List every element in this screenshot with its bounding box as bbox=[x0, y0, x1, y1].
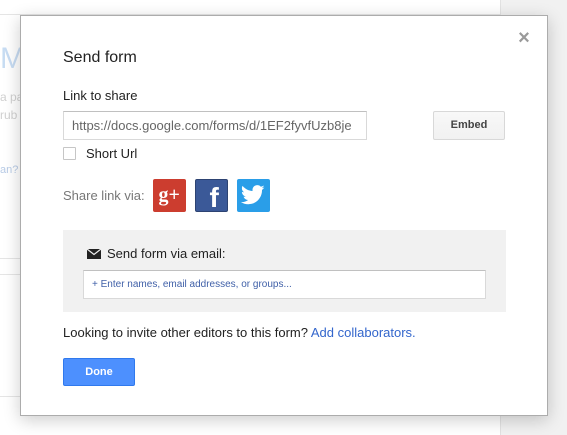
close-icon[interactable]: × bbox=[515, 28, 533, 48]
share-link-row: Share link via: g+ f bbox=[63, 178, 279, 213]
google-plus-icon[interactable]: g+ bbox=[152, 178, 186, 212]
email-recipients-input[interactable]: + Enter names, email addresses, or group… bbox=[83, 270, 486, 299]
link-to-share-label: Link to share bbox=[63, 88, 138, 103]
share-link-field[interactable]: https://docs.google.com/forms/d/1EF2fyvf… bbox=[63, 111, 367, 140]
twitter-icon[interactable] bbox=[236, 178, 270, 212]
email-title: Send form via email: bbox=[107, 246, 226, 261]
short-url-label: Short Url bbox=[86, 145, 138, 161]
background-link: an? bbox=[0, 164, 19, 176]
done-button[interactable]: Done bbox=[63, 358, 135, 386]
facebook-icon[interactable]: f bbox=[194, 178, 228, 213]
email-panel: Send form via email: + Enter names, emai… bbox=[63, 230, 506, 312]
add-collaborators-link[interactable]: Add collaborators. bbox=[311, 325, 416, 340]
dialog-title: Send form bbox=[63, 49, 137, 66]
background-divider bbox=[0, 258, 20, 259]
short-url-checkbox[interactable] bbox=[63, 146, 76, 160]
embed-button[interactable]: Embed bbox=[433, 111, 505, 140]
facebook-glyph: f bbox=[209, 182, 219, 213]
background-divider bbox=[0, 274, 20, 275]
invite-row: Looking to invite other editors to this … bbox=[63, 325, 416, 340]
envelope-icon bbox=[87, 248, 101, 259]
send-form-dialog: × Send form Link to share https://docs.g… bbox=[20, 15, 548, 416]
google-plus-glyph: g+ bbox=[158, 183, 180, 206]
share-link-value: https://docs.google.com/forms/d/1EF2fyvf… bbox=[72, 118, 352, 133]
background-text: rub bbox=[0, 108, 18, 122]
invite-text: Looking to invite other editors to this … bbox=[63, 325, 308, 340]
share-link-label: Share link via: bbox=[63, 187, 145, 203]
twitter-bird-icon bbox=[241, 185, 265, 205]
email-title-row: Send form via email: bbox=[87, 246, 226, 261]
short-url-option: Short Url bbox=[63, 145, 137, 161]
